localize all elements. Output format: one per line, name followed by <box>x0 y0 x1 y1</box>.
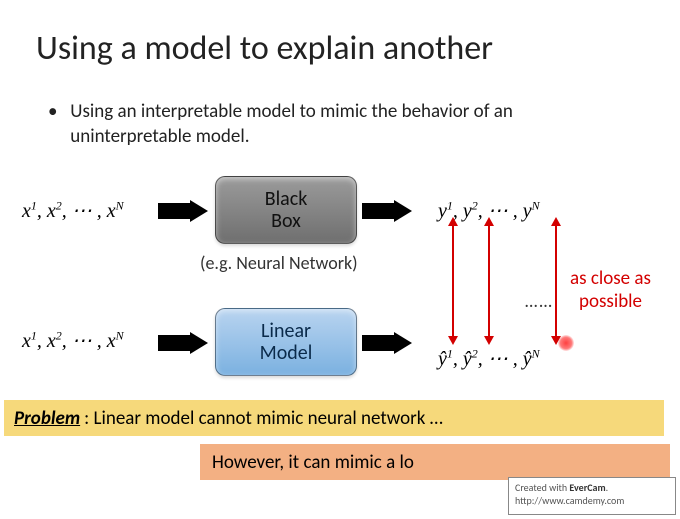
neural-network-caption: (e.g. Neural Network) <box>200 252 358 274</box>
linear-model-label: Linear Model <box>260 320 313 364</box>
black-box-label: Black Box <box>265 188 308 232</box>
arrow-icon <box>362 332 412 354</box>
ellipsis: …… <box>525 290 554 312</box>
arrow-icon <box>158 200 208 222</box>
inputs-top: x1, x2, ⋯ , xN <box>22 198 124 223</box>
close-as-possible-label: as close as possible <box>570 268 651 314</box>
bullet-text: Using an interpretable model to mimic th… <box>70 100 600 149</box>
laser-pointer-icon <box>558 335 574 351</box>
compare-arrow-icon <box>488 225 490 337</box>
arrow-icon <box>362 200 412 222</box>
however-text: However, it can mimic a lo <box>212 451 414 474</box>
arrow-icon <box>158 332 208 354</box>
compare-arrow-icon <box>452 225 454 337</box>
slide: Using a model to explain another • Using… <box>0 0 680 519</box>
compare-arrow-icon <box>555 225 557 337</box>
inputs-bottom: x1, x2, ⋯ , xN <box>22 328 124 353</box>
linear-model-box: Linear Model <box>215 308 357 376</box>
problem-text: : Linear model cannot mimic neural netwo… <box>84 407 443 430</box>
watermark: Created with EverCam. http://www.camdemy… <box>508 477 676 515</box>
problem-label: Problem <box>14 407 80 430</box>
black-box: Black Box <box>215 176 357 244</box>
however-callout: However, it can mimic a lo <box>200 444 670 480</box>
outputs-ytilde: ŷ1, ŷ2, ⋯ , ŷN <box>438 346 540 371</box>
watermark-line1: Created with EverCam. <box>515 481 669 494</box>
watermark-line2: http://www.camdemy.com <box>515 494 669 507</box>
problem-callout: Problem : Linear model cannot mimic neur… <box>4 400 664 436</box>
bullet-dot: • <box>48 100 66 125</box>
slide-title: Using a model to explain another <box>36 28 493 69</box>
bullet-item: • Using an interpretable model to mimic … <box>48 100 608 149</box>
